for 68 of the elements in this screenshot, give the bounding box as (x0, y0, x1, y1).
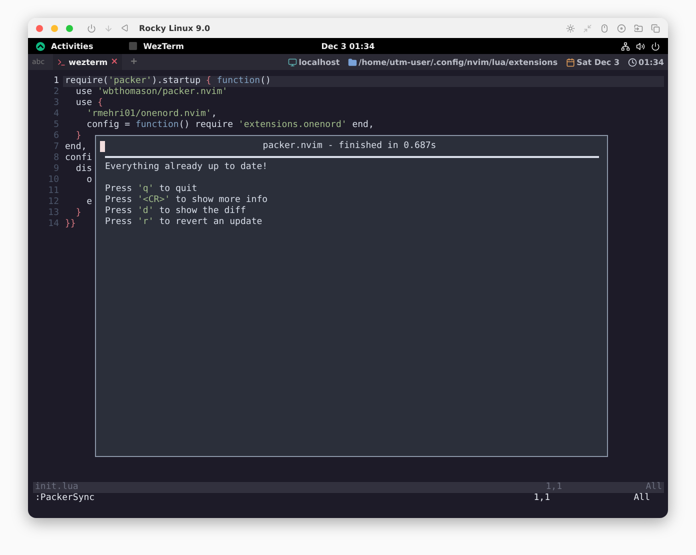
line-number: 10 (47, 175, 60, 186)
key-hint: Press 'q' to quit (104, 184, 198, 195)
line-number: 13 (47, 208, 60, 219)
code-line: confi (65, 153, 92, 164)
cursor-position: 1,1 (534, 493, 551, 504)
prompt-icon (56, 58, 66, 66)
key-hint: Press 'd' to show the diff (104, 206, 247, 217)
download-icon[interactable] (104, 24, 113, 32)
command-line: :PackerSync (35, 493, 96, 504)
calendar-icon (566, 58, 575, 66)
clock-icon (628, 58, 637, 66)
tab-label[interactable]: wezterm (68, 58, 108, 66)
status-text: Sat Dec 3 (576, 58, 620, 66)
popup-title: packer.nvim - finished in 0.687s (262, 141, 436, 152)
code-line: e (86, 197, 92, 208)
status-text: localhost (298, 58, 340, 66)
line-number: 2 (52, 87, 60, 98)
code-line: 'rmehri01/onenord.nvim', (86, 109, 217, 120)
app-menu[interactable]: WezTerm (143, 42, 184, 50)
folder-icon (348, 58, 357, 66)
code-line: dis (74, 164, 92, 175)
sun-icon[interactable] (566, 24, 575, 32)
copy-icon[interactable] (651, 24, 660, 32)
line-number: 3 (52, 98, 60, 109)
code-line: o (86, 175, 92, 186)
window-title: Rocky Linux 9.0 (139, 24, 210, 32)
line-number: 5 (52, 120, 60, 131)
code-line: } (75, 208, 82, 219)
code-line: } (74, 131, 82, 142)
code-line: end, (65, 142, 87, 153)
code-line: use { (74, 98, 103, 109)
key-hint: Press 'r' to revert an update (104, 217, 264, 228)
status-text: 01:34 (638, 58, 664, 66)
zoom-button[interactable] (66, 24, 73, 32)
code-line: }} (65, 219, 76, 230)
power-icon[interactable] (651, 42, 660, 50)
line-number: 9 (52, 164, 60, 175)
mouse-icon[interactable] (600, 24, 609, 32)
status-text: /home/utm-user/.config/nvim/lua/extensions (358, 58, 558, 66)
volume-icon[interactable] (636, 42, 645, 50)
folder-icon[interactable] (634, 24, 643, 32)
line-number: 1 (52, 76, 60, 87)
close-button[interactable] (36, 24, 43, 32)
terminal-tab[interactable]: wezterm × (52, 54, 122, 70)
key-hint: Press '<CR>' to show more info (104, 195, 269, 206)
line-number: 6 (52, 131, 60, 142)
line-number: 11 (47, 186, 60, 197)
network-icon[interactable] (621, 42, 630, 50)
code-line: use 'wbthomason/packer.nvim' (74, 87, 228, 98)
disc-icon[interactable] (617, 24, 626, 32)
code-line: require('packer').startup { function() (65, 76, 271, 87)
app-icon (129, 42, 138, 50)
code-line: config = function() require 'extensions.onenord' end, (86, 120, 374, 131)
line-number: 7 (52, 142, 60, 153)
triangle-icon[interactable] (121, 24, 129, 32)
line-number: 8 (52, 153, 60, 164)
logo-icon (36, 42, 45, 50)
text-cursor (100, 141, 105, 152)
scroll-position: All (634, 493, 651, 504)
clock-text[interactable]: Dec 3 01:34 (321, 42, 375, 50)
activities-button[interactable]: Activities (51, 42, 94, 50)
popup-message: Everything already up to date! (104, 162, 269, 173)
line-number: 14 (47, 219, 60, 230)
monitor-icon (288, 58, 297, 66)
line-number: 12 (47, 197, 60, 208)
resize-icon[interactable] (583, 24, 592, 32)
close-tab-button[interactable]: × (110, 57, 118, 67)
line-number: 4 (52, 109, 60, 120)
